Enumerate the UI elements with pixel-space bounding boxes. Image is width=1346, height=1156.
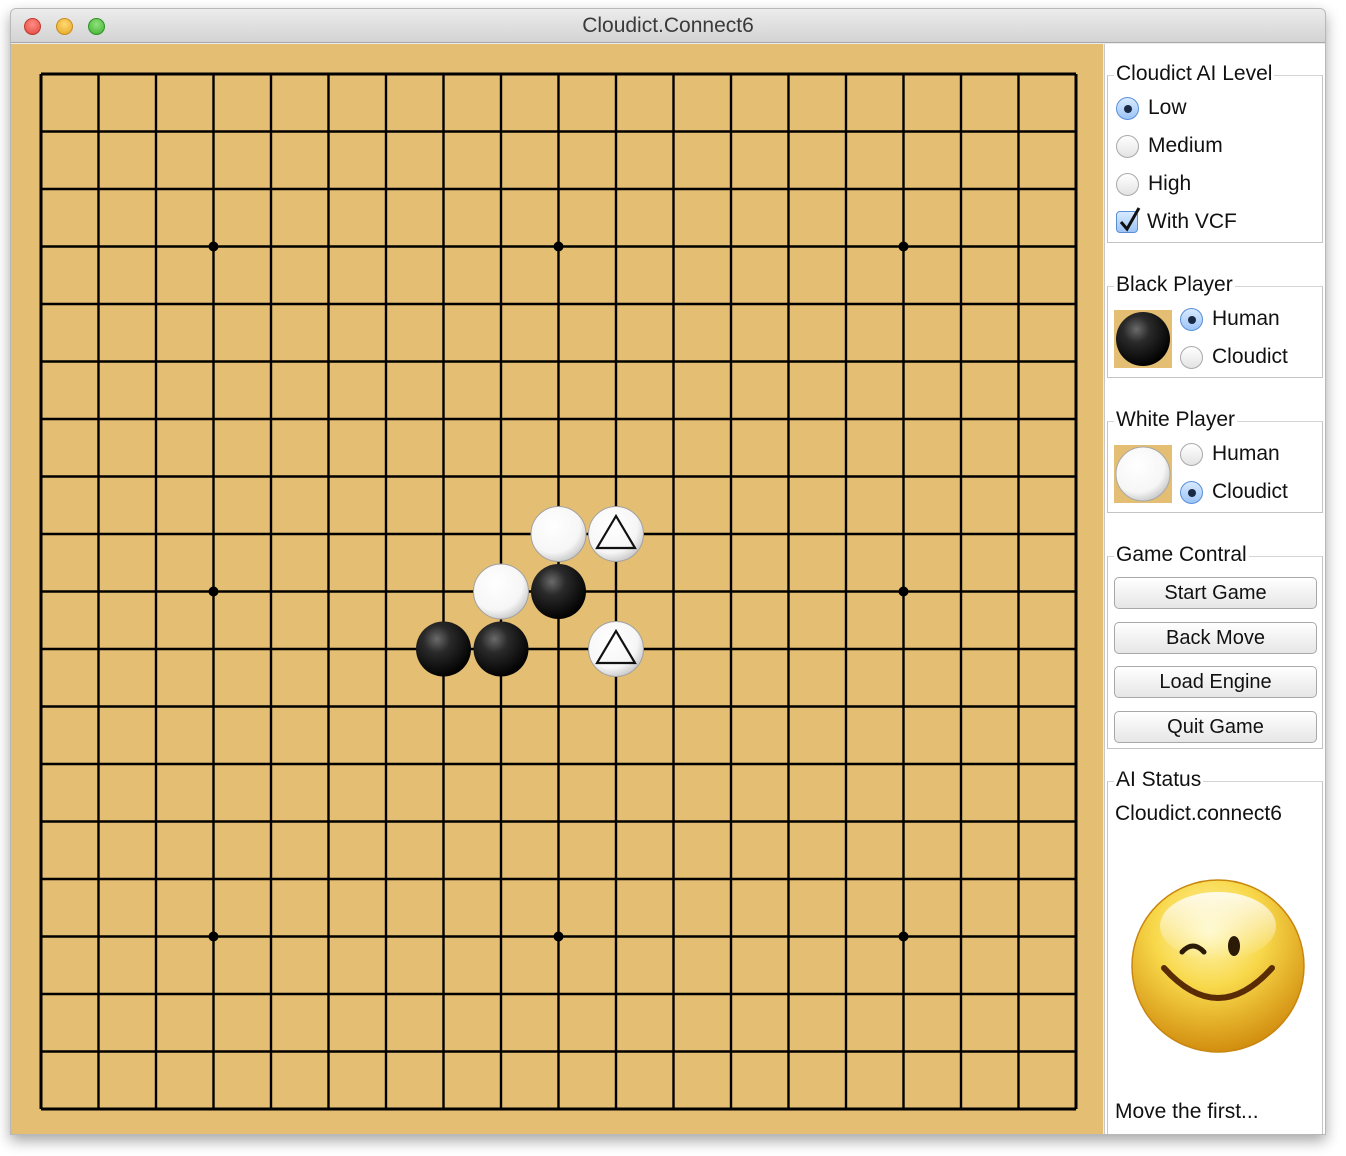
ai-level-high-option[interactable]: High [1116,169,1191,199]
app-window: Cloudict.Connect6 Cloudict AI Level Low … [10,8,1326,1135]
ai-level-low-radio[interactable] [1116,96,1139,120]
black-player-group: Black Player Human Cloudict [1107,272,1323,378]
game-control-title: Game Contral [1114,542,1249,568]
game-board[interactable] [11,44,1103,1135]
winking-smiley-icon [1131,879,1305,1053]
ai-level-low-option[interactable]: Low [1116,93,1187,123]
black-human-option[interactable]: Human [1180,304,1280,334]
ai-level-title: Cloudict AI Level [1114,61,1275,87]
white-player-title: White Player [1114,407,1238,433]
ai-level-medium-label: Medium [1148,134,1223,157]
black-human-radio[interactable] [1180,307,1203,331]
white-stone-icon [1115,446,1171,502]
board-star-point [208,241,219,252]
white-human-option[interactable]: Human [1180,439,1280,469]
title-bar[interactable]: Cloudict.Connect6 [11,9,1325,43]
ai-level-low-label: Low [1148,96,1187,119]
board-star-point [208,931,219,942]
board-star-point [208,586,219,597]
board-star-point [553,241,564,252]
black-human-label: Human [1212,307,1280,330]
black-stone-icon [1116,312,1170,366]
board-star-point [898,931,909,942]
board-star-point [898,241,909,252]
control-panel: Cloudict AI Level Low Medium High With V… [1104,44,1325,1134]
black-cloudict-label: Cloudict [1212,345,1288,368]
board-star-point [898,586,909,597]
with-vcf-checkbox[interactable] [1116,207,1141,233]
black-stone [531,564,586,619]
ai-status-message: Move the first... [1115,1100,1259,1123]
black-stone [473,621,529,677]
back-move-button[interactable]: Back Move [1114,622,1317,654]
start-game-button[interactable]: Start Game [1114,577,1317,609]
white-cloudict-radio[interactable] [1180,480,1203,504]
white-stone [473,563,529,620]
black-stone [416,621,471,677]
game-control-group: Game Contral Start Game Back Move Load E… [1107,542,1323,749]
black-cloudict-option[interactable]: Cloudict [1180,342,1288,372]
with-vcf-label: With VCF [1147,210,1237,233]
white-human-radio[interactable] [1180,442,1203,466]
quit-game-button[interactable]: Quit Game [1114,711,1317,743]
ai-level-high-radio[interactable] [1116,172,1139,196]
with-vcf-option[interactable]: With VCF [1116,207,1237,237]
board-star-point [553,931,564,942]
load-engine-button[interactable]: Load Engine [1114,666,1317,698]
engine-name-label: Cloudict.connect6 [1115,802,1282,825]
ai-level-medium-radio[interactable] [1116,134,1139,158]
white-player-group: White Player Human Cloudict [1107,407,1323,513]
white-stone-preview [1114,445,1172,503]
white-cloudict-label: Cloudict [1212,480,1288,503]
black-cloudict-radio[interactable] [1180,345,1203,369]
white-human-label: Human [1212,442,1280,465]
window-title: Cloudict.Connect6 [582,14,754,37]
black-stone-preview [1114,310,1172,368]
ai-level-high-label: High [1148,172,1192,195]
board-canvas[interactable] [11,44,1103,1135]
checkmark-icon [1119,207,1141,232]
ai-status-title: AI Status [1114,767,1204,793]
ai-level-medium-option[interactable]: Medium [1116,131,1223,161]
white-stone [530,506,587,562]
white-cloudict-option[interactable]: Cloudict [1180,477,1288,507]
ai-status-group: AI Status Cloudict.connect6 Move the fir… [1107,767,1323,1134]
black-player-title: Black Player [1114,272,1235,298]
ai-level-group: Cloudict AI Level Low Medium High With V… [1107,61,1323,243]
